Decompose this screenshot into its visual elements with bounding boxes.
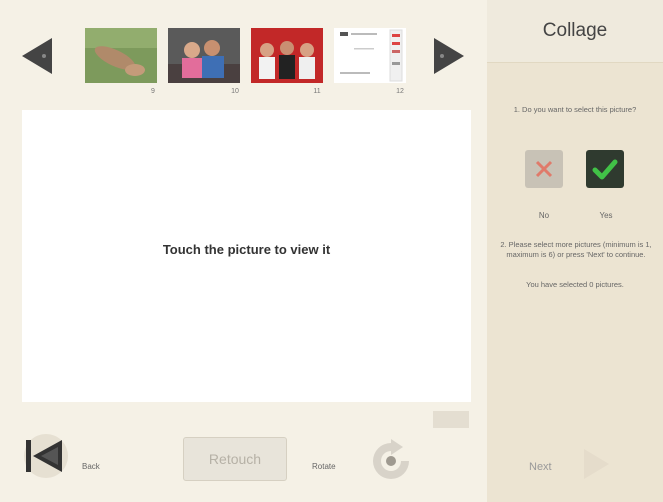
prev-pictures-button[interactable]: [20, 36, 54, 76]
select-question: 1. Do you want to select this picture?: [513, 105, 637, 114]
thumbnail-number: 10: [231, 88, 239, 95]
arrow-left-icon: [22, 38, 52, 74]
thumbnail-number: 12: [396, 88, 404, 95]
arrow-right-icon: [434, 38, 464, 74]
thumbnail-number: 11: [313, 88, 321, 95]
retouch-button[interactable]: Retouch: [183, 437, 287, 481]
no-button[interactable]: [525, 150, 563, 188]
rotate-label: Rotate: [312, 462, 336, 471]
play-next-icon: [584, 449, 609, 479]
thumbnail-number: 9: [151, 88, 155, 95]
back-button[interactable]: [20, 432, 70, 480]
panel-title: Collage: [487, 0, 663, 63]
select-more-instruction: 2. Please select more pictures (minimum …: [500, 240, 652, 259]
yes-button[interactable]: [586, 150, 624, 188]
main-area: 9 10 11 12 Touch the picture to view it …: [0, 0, 485, 502]
photo-group-on-red: [251, 28, 323, 83]
selection-status: You have selected 0 pictures.: [526, 280, 624, 289]
photo-document-page: [334, 28, 406, 83]
photo-hand-on-grass: [85, 28, 157, 83]
thumbnail-11[interactable]: [251, 28, 323, 83]
side-panel: Collage 1. Do you want to select this pi…: [487, 0, 663, 502]
picture-viewer[interactable]: Touch the picture to view it: [22, 110, 471, 402]
viewer-message: Touch the picture to view it: [162, 242, 331, 257]
next-label: Next: [529, 461, 552, 473]
checkmark-icon: [592, 159, 618, 180]
x-icon: [535, 160, 553, 178]
back-label: Back: [82, 462, 100, 471]
thumbnail-10[interactable]: [168, 28, 240, 83]
no-label: No: [538, 211, 550, 220]
thumbnail-9[interactable]: [85, 28, 157, 83]
photo-two-children: [168, 28, 240, 83]
rotate-button[interactable]: [367, 437, 415, 485]
yes-label: Yes: [599, 211, 613, 220]
rotate-icon: [373, 439, 409, 479]
thumbnail-12[interactable]: [334, 28, 406, 83]
back-icon: [24, 434, 68, 478]
placeholder-button: [433, 411, 469, 428]
next-button[interactable]: [581, 446, 611, 482]
next-pictures-button[interactable]: [432, 36, 466, 76]
